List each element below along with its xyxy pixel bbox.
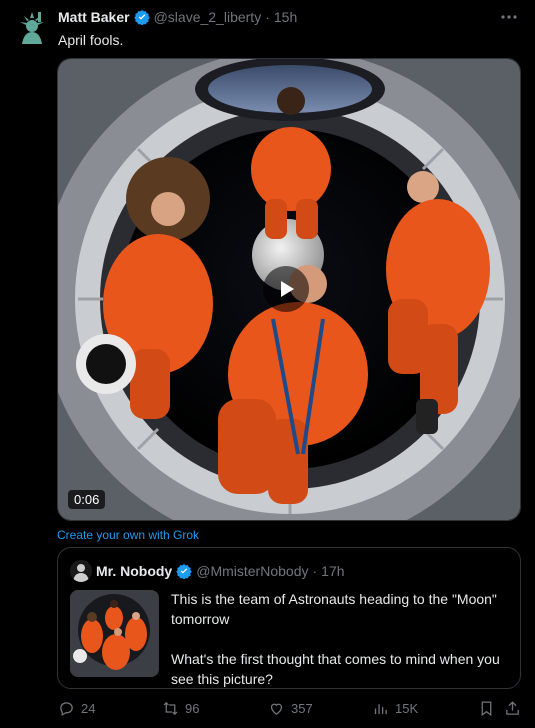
verified-badge-icon bbox=[133, 10, 150, 25]
repost-count: 96 bbox=[185, 701, 200, 716]
quoted-author-avatar[interactable] bbox=[70, 560, 92, 582]
video-player[interactable] bbox=[57, 58, 521, 521]
repost-button[interactable]: 96 bbox=[162, 700, 199, 717]
play-icon bbox=[281, 281, 294, 297]
action-bar: 24 96 357 15K bbox=[58, 700, 520, 720]
heart-icon bbox=[270, 703, 283, 715]
like-count: 357 bbox=[291, 701, 313, 716]
play-button[interactable] bbox=[263, 266, 309, 312]
quoted-post[interactable]: Mr. Nobody @MmisterNobody · 17h This is … bbox=[57, 547, 521, 689]
reply-button[interactable]: 24 bbox=[58, 700, 95, 717]
quoted-post-text: This is the team of Astronauts heading t… bbox=[171, 589, 511, 689]
quoted-text-line-2: What's the first thought that comes to m… bbox=[171, 651, 500, 687]
liberty-avatar-icon bbox=[12, 8, 52, 48]
verified-badge-icon bbox=[176, 564, 192, 579]
header-separator: · bbox=[265, 9, 270, 25]
quoted-author-handle[interactable]: @MmisterNobody bbox=[196, 563, 308, 579]
bookmark-icon bbox=[481, 701, 492, 717]
views-chart-icon bbox=[374, 704, 387, 715]
faceless-avatar-icon bbox=[70, 560, 92, 582]
like-button[interactable]: 357 bbox=[268, 700, 313, 717]
post-header: Matt Baker @slave_2_liberty · 15h bbox=[58, 9, 297, 25]
views-button[interactable]: 15K bbox=[372, 700, 418, 717]
share-icon bbox=[506, 701, 519, 715]
astronauts-thumbnail bbox=[70, 590, 159, 677]
post-time[interactable]: 15h bbox=[274, 9, 297, 25]
more-horizontal-icon bbox=[501, 15, 517, 19]
share-button[interactable] bbox=[504, 700, 521, 717]
quoted-post-time[interactable]: 17h bbox=[321, 563, 344, 579]
quoted-text-line-1: This is the team of Astronauts heading t… bbox=[171, 591, 497, 627]
quoted-post-header: Mr. Nobody @MmisterNobody · 17h bbox=[96, 563, 345, 579]
post-text: April fools. bbox=[58, 32, 124, 48]
view-count: 15K bbox=[395, 701, 419, 716]
author-avatar[interactable] bbox=[12, 8, 52, 48]
quoted-author-name[interactable]: Mr. Nobody bbox=[96, 563, 172, 579]
bookmark-button[interactable] bbox=[478, 700, 495, 717]
quoted-header-separator: · bbox=[312, 563, 318, 579]
video-duration: 0:06 bbox=[68, 490, 106, 509]
author-handle[interactable]: @slave_2_liberty bbox=[154, 9, 262, 25]
author-name[interactable]: Matt Baker bbox=[58, 9, 130, 25]
reply-icon bbox=[60, 702, 73, 717]
repost-icon bbox=[163, 701, 178, 716]
quoted-image-thumbnail[interactable] bbox=[70, 590, 159, 677]
more-options-button[interactable] bbox=[499, 8, 519, 26]
grok-link[interactable]: Create your own with Grok bbox=[57, 528, 199, 542]
reply-count: 24 bbox=[81, 701, 96, 716]
